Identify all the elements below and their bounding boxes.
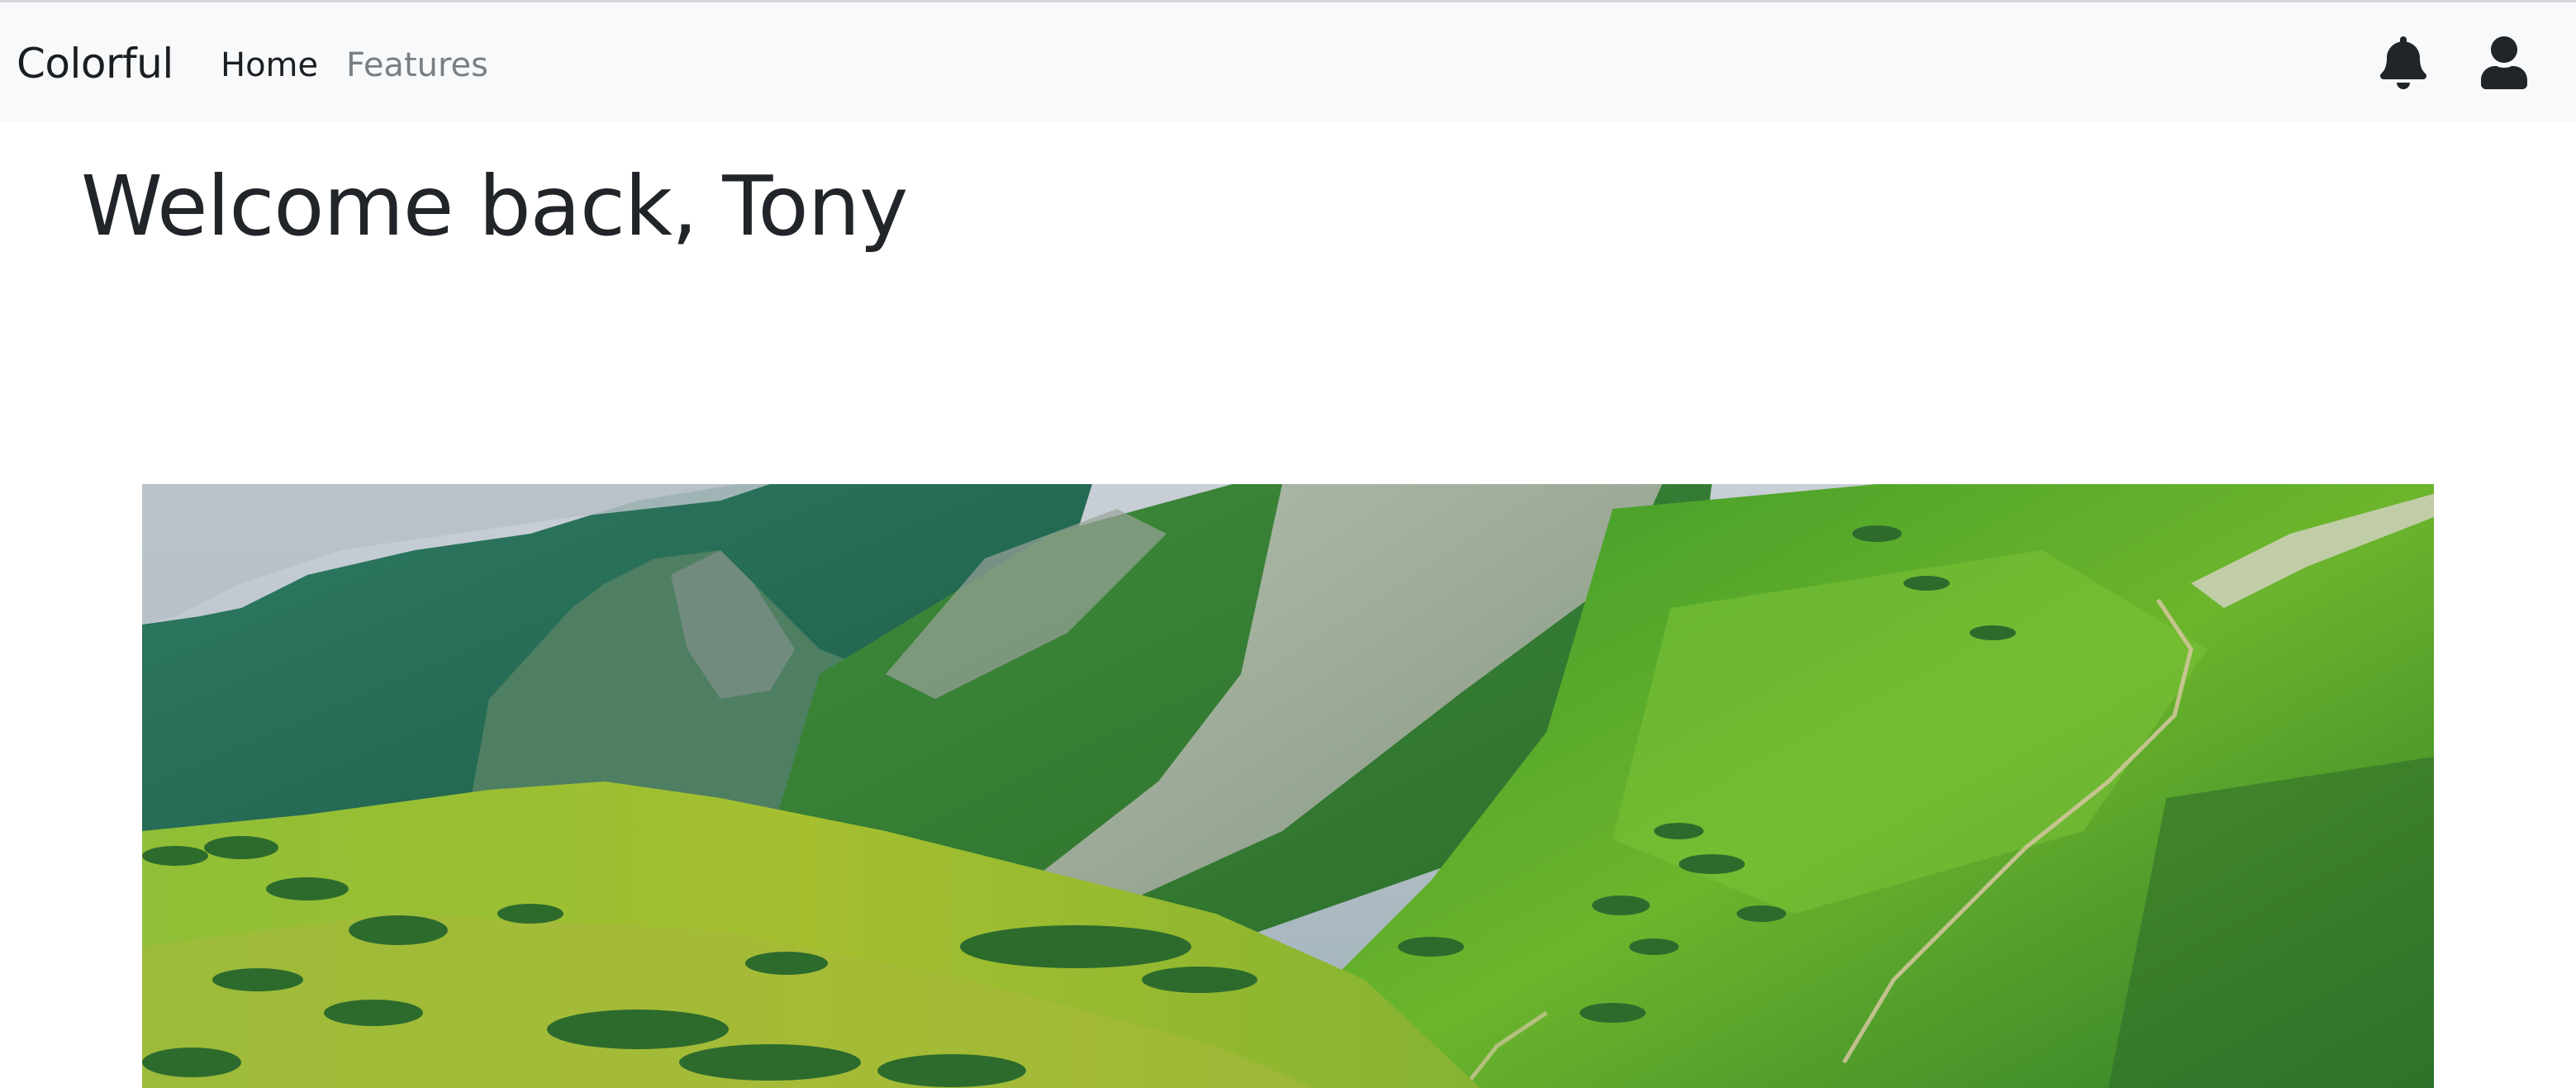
mountain-landscape-image [142, 484, 2434, 1088]
nav-link-features[interactable]: Features [346, 42, 488, 88]
bell-icon [2380, 36, 2426, 89]
user-icon [2481, 36, 2527, 89]
welcome-heading: Welcome back, Tony [81, 158, 908, 254]
navbar: Colorful Home Features [0, 2, 2576, 121]
notifications-button[interactable] [2371, 31, 2436, 95]
nav-link-home[interactable]: Home [221, 42, 318, 88]
user-menu-button[interactable] [2472, 31, 2536, 95]
brand-logo[interactable]: Colorful [17, 37, 173, 90]
hero-image [142, 484, 2434, 1088]
